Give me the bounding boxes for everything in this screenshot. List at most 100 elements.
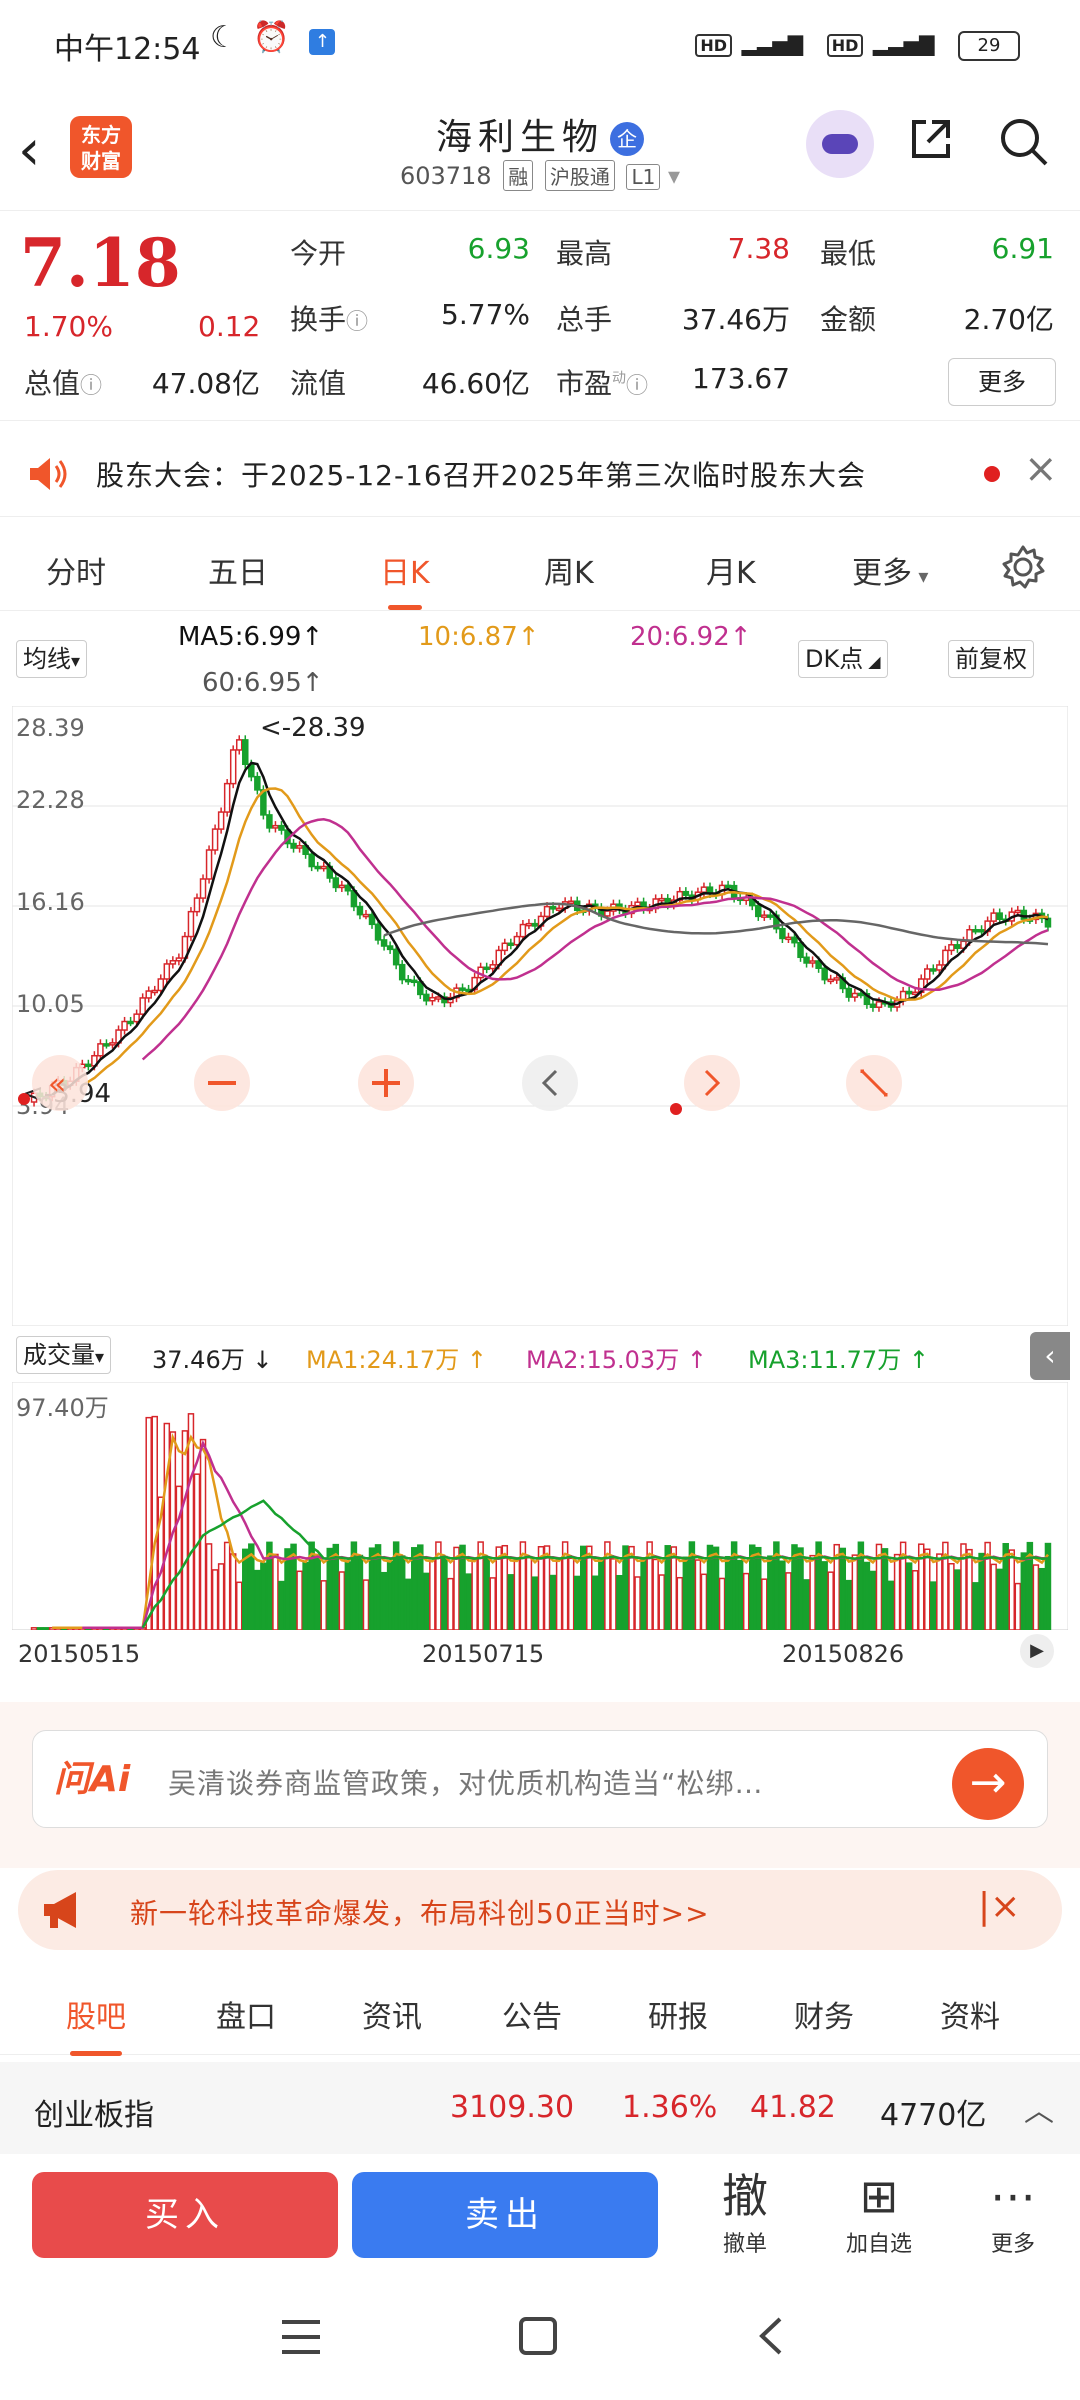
volume-bar <box>272 1553 279 1630</box>
notice-bar[interactable]: 股东大会：于2025-12-16召开2025年第三次临时股东大会 × <box>0 432 1080 517</box>
volume-bar <box>567 1557 575 1630</box>
volume-chart[interactable]: 97.40万 <box>12 1382 1068 1630</box>
candle <box>827 978 834 983</box>
search-icon[interactable] <box>996 114 1050 168</box>
candle <box>145 990 152 999</box>
tag-level: L1 <box>626 164 661 190</box>
megaphone-icon <box>44 1892 76 1928</box>
chevron-up-icon[interactable]: ︿ <box>1024 2086 1054 2130</box>
info-icon[interactable]: ⓘ <box>346 310 368 335</box>
volume-bar <box>211 1569 219 1630</box>
notification-icon: ↑ <box>309 29 336 55</box>
scroll-right-button[interactable] <box>684 1055 740 1111</box>
tab-intraday[interactable]: 分时 <box>46 548 106 592</box>
volume-bar <box>30 1627 38 1630</box>
close-icon[interactable]: × <box>1024 446 1058 492</box>
index-ticker[interactable]: 创业板指 3109.30 1.36% 41.82 4770亿 ︿ <box>0 2062 1080 2154</box>
close-icon[interactable]: |× <box>978 1886 1020 1927</box>
candle <box>501 942 509 952</box>
dropdown-icon[interactable]: ▾ <box>668 162 680 190</box>
menu-icon[interactable] <box>280 2318 322 2356</box>
volume-bar <box>356 1554 364 1630</box>
tab-news[interactable]: 资讯 <box>362 1992 422 2036</box>
stock-header: ‹ 东方 财富 海利生物企 603718 融 沪股通 L1 ▾ <box>0 100 1080 211</box>
tab-guba[interactable]: 股吧 <box>66 1992 126 2056</box>
more-actions-button[interactable]: ⋯ 更多 <box>968 2166 1058 2258</box>
settings-icon[interactable] <box>1000 544 1046 590</box>
tab-pankou[interactable]: 盘口 <box>216 1992 276 2036</box>
volume-bar <box>36 1627 44 1630</box>
low-value: 6.91 <box>991 232 1054 265</box>
volume-bar <box>718 1577 726 1630</box>
tab-finance[interactable]: 财务 <box>794 1992 854 2036</box>
volume-bar <box>423 1572 430 1630</box>
collapse-panel-button[interactable]: ‹ <box>1030 1332 1070 1380</box>
battery-icon: 29 <box>958 31 1020 61</box>
play-icon[interactable]: ▶ <box>1020 1634 1054 1668</box>
candle <box>809 960 816 964</box>
buy-button[interactable]: 买入 <box>32 2172 338 2258</box>
quote-panel: 7.18 1.70% 0.12 今开 6.93 最高 7.38 最低 6.91 … <box>0 210 1080 421</box>
share-icon[interactable] <box>906 114 956 164</box>
volume-bar <box>797 1547 804 1630</box>
arrow-up-icon: ↑ <box>517 622 540 652</box>
volume-bar <box>1008 1549 1016 1630</box>
dropdown-icon: ▾ <box>95 1347 105 1368</box>
candle <box>531 922 539 927</box>
tab-more[interactable]: 更多 ▾ <box>852 548 928 592</box>
home-icon[interactable] <box>518 2316 558 2356</box>
tab-announcements[interactable]: 公告 <box>502 1992 562 2036</box>
tag-connect: 沪股通 <box>544 160 615 191</box>
cancel-icon: 撤 <box>722 2169 768 2223</box>
tab-profile[interactable]: 资料 <box>940 1992 1000 2036</box>
ma-selector[interactable]: 均线▾ <box>16 640 88 678</box>
chart-period-tabs: 分时 五日 日K 周K 月K 更多 ▾ <box>0 520 1080 611</box>
volume-bar <box>803 1579 810 1630</box>
dk-point-button[interactable]: DK点 ◢ <box>798 640 888 678</box>
assistant-avatar[interactable] <box>806 110 874 178</box>
sell-button[interactable]: 卖出 <box>352 2172 658 2258</box>
signal-icon: ▂▃▅▇ <box>741 32 804 56</box>
volume-bar <box>972 1582 979 1630</box>
volume-bar <box>845 1579 853 1630</box>
start-marker <box>18 1093 30 1105</box>
tab-weekly-k[interactable]: 周K <box>544 548 594 592</box>
candle <box>724 884 732 889</box>
tab-monthly-k[interactable]: 月K <box>706 548 756 592</box>
volume-bar <box>193 1473 201 1630</box>
candle <box>266 814 273 829</box>
turnover-label: 换手ⓘ <box>290 303 369 336</box>
candlestick-chart[interactable]: 28.39 22.28 16.16 10.05 3.94 <-28.39 <-3… <box>12 706 1068 1326</box>
tab-research[interactable]: 研报 <box>648 1992 708 2036</box>
more-icon: ⋯ <box>990 2169 1036 2223</box>
more-quote-button[interactable]: 更多 <box>948 358 1056 406</box>
info-icon[interactable]: ⓘ <box>80 374 102 399</box>
volume-bar <box>573 1575 581 1630</box>
volume-bar <box>1020 1552 1028 1630</box>
y-tick: 28.39 <box>16 714 85 742</box>
cancel-order-button[interactable]: 撤 撤单 <box>700 2166 790 2258</box>
volume-bar <box>465 1573 472 1630</box>
tab-five-day[interactable]: 五日 <box>208 548 268 592</box>
scroll-left-button[interactable] <box>522 1055 578 1111</box>
tab-daily-k[interactable]: 日K <box>380 548 430 610</box>
indicator-selector[interactable]: 成交量▾ <box>16 1336 112 1374</box>
adjust-button[interactable]: 前复权 <box>948 640 1034 678</box>
index-pct: 1.36% <box>622 2090 718 2125</box>
ai-suggestion-text[interactable]: 吴清谈券商监管政策，对优质机构造当“松绑… <box>168 1762 764 1802</box>
promo-banner[interactable]: 新一轮科技革命爆发，布局科创50正当时>> |× <box>18 1870 1062 1950</box>
volume-bar <box>326 1547 334 1630</box>
candle <box>567 900 575 904</box>
candle <box>549 905 557 910</box>
volume-bar <box>694 1559 702 1630</box>
add-watchlist-button[interactable]: ⊞ 加自选 <box>834 2166 924 2258</box>
volume-bar <box>863 1561 871 1630</box>
volume-bar <box>163 1422 171 1630</box>
unread-dot <box>984 466 1000 482</box>
candle <box>519 923 527 938</box>
arrow-right-icon[interactable]: → <box>952 1748 1024 1820</box>
back-nav-icon[interactable] <box>756 2316 786 2356</box>
ma20-label: 20:6.92↑ <box>630 622 752 652</box>
candle <box>109 1042 116 1046</box>
info-icon[interactable]: ⓘ <box>626 374 648 399</box>
